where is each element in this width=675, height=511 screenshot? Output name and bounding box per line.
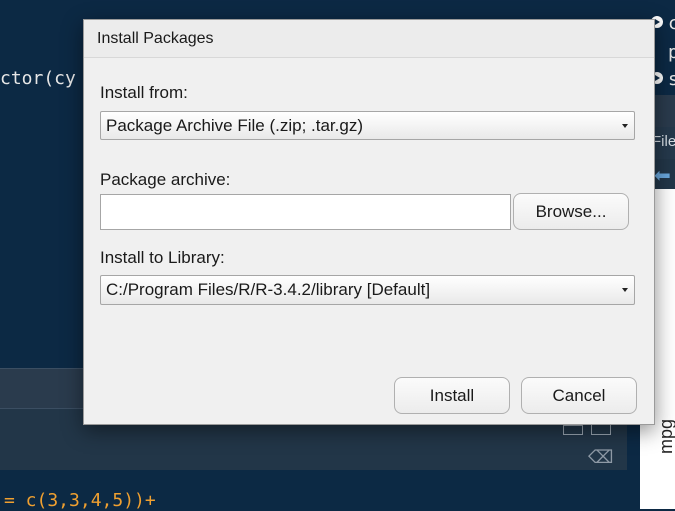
install-from-label: Install from: — [100, 83, 188, 102]
console-code-line: = c(3,3,4,5))+ — [4, 490, 156, 511]
right-top-letter: p — [668, 42, 675, 63]
back-arrow-icon[interactable]: ⬅ — [654, 163, 671, 188]
broom-clear-icon[interactable]: ⌫ — [588, 447, 613, 467]
console-pane[interactable]: = c(3,3,4,5))+ — [0, 470, 627, 511]
install-to-library-value: C:/Program Files/R/R-3.4.2/library [Defa… — [106, 280, 431, 299]
dialog-title: Install Packages — [97, 30, 214, 47]
right-top-letter: s — [668, 69, 675, 90]
dialog-titlebar[interactable]: Install Packages — [84, 20, 654, 58]
code-line: ctor(cy — [0, 68, 76, 89]
install-packages-dialog: Install Packages Install from: Package A… — [83, 19, 655, 425]
tab-files[interactable]: File — [652, 133, 675, 150]
install-from-select[interactable]: Package Archive File (.zip; .tar.gz) — [100, 111, 635, 140]
chevron-down-icon — [622, 288, 628, 292]
y-axis-label: mpg — [656, 418, 675, 454]
install-to-library-label: Install to Library: — [100, 248, 225, 267]
package-archive-label: Package archive: — [100, 170, 231, 189]
install-button[interactable]: Install — [394, 377, 510, 414]
right-top-letter: c — [668, 13, 675, 34]
browse-button[interactable]: Browse... — [513, 193, 629, 230]
install-to-library-select[interactable]: C:/Program Files/R/R-3.4.2/library [Defa… — [100, 275, 635, 305]
cancel-button[interactable]: Cancel — [521, 377, 637, 414]
install-from-value: Package Archive File (.zip; .tar.gz) — [106, 116, 363, 135]
package-archive-input[interactable] — [100, 194, 511, 230]
chevron-down-icon — [622, 124, 628, 128]
